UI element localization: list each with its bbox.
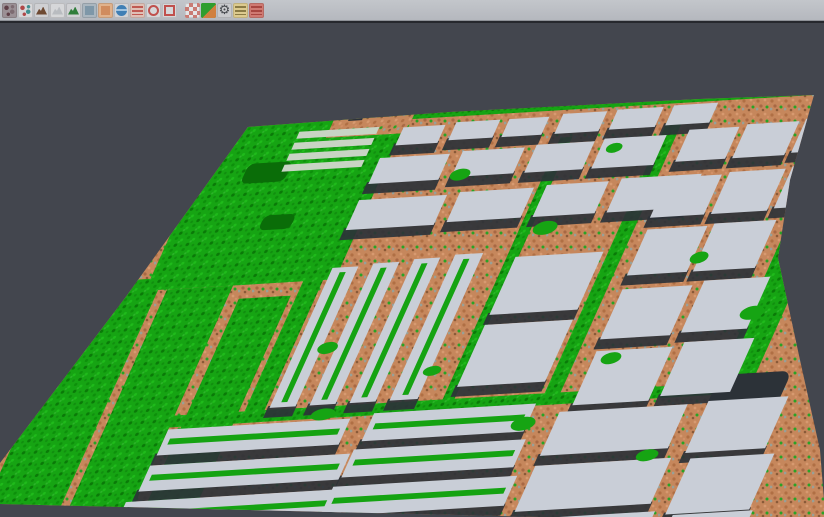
building-roof (346, 195, 448, 230)
toolbar-classification-palette-icon[interactable] (201, 3, 216, 18)
building-roof (368, 154, 450, 184)
toolbar-notes-icon[interactable] (233, 3, 248, 18)
classified-point-cloud-scene (0, 0, 824, 517)
toolbar-region-circle-icon[interactable] (146, 3, 161, 18)
toolbar-globe-icon[interactable] (114, 3, 129, 18)
toolbar-texture-panel-icon[interactable] (82, 3, 97, 18)
toolbar-dense-cloud-icon[interactable] (34, 3, 49, 18)
main-toolbar (0, 0, 824, 21)
viewport-3d[interactable] (0, 0, 824, 517)
toolbar-resize-region-icon[interactable] (162, 3, 177, 18)
toolbar-terrain-model-icon[interactable] (66, 3, 81, 18)
toolbar-report-icon[interactable] (130, 3, 145, 18)
application-window: { "window": { "background": "#43464e" },… (0, 0, 824, 517)
building-roof (540, 404, 688, 456)
toolbar-align-photos-icon[interactable] (18, 3, 33, 18)
toolbar-checker-overlay-icon[interactable] (185, 3, 200, 18)
building-roof (515, 458, 672, 512)
toolbar-orthomosaic-tile-icon[interactable] (98, 3, 113, 18)
toolbar-marker-icon[interactable] (249, 3, 264, 18)
toolbar-settings-gear-icon[interactable] (217, 3, 232, 18)
toolbar-mesh-icon[interactable] (50, 3, 65, 18)
toolbar-point-cloud-icon[interactable] (2, 3, 17, 18)
